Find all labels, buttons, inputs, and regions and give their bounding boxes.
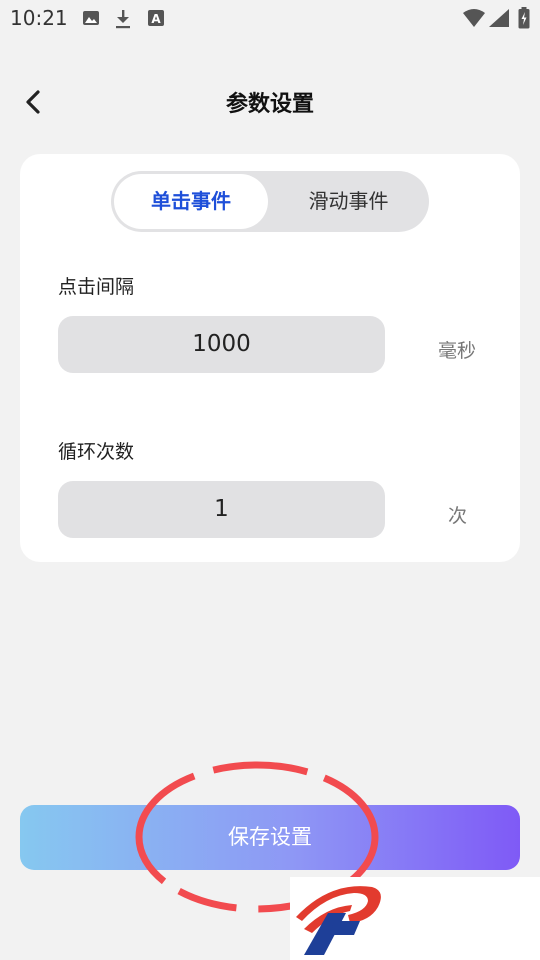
- loop-count-label: 循环次数: [58, 441, 135, 463]
- logo-icon: [296, 886, 381, 955]
- a-icon: A: [148, 10, 164, 26]
- wifi-icon: [463, 9, 485, 27]
- click-interval-input[interactable]: 1000: [58, 316, 385, 373]
- click-interval-label: 点击间隔: [58, 276, 135, 298]
- click-interval-unit: 毫秒: [438, 340, 477, 362]
- svg-text:A: A: [151, 12, 161, 26]
- download-icon: [116, 10, 130, 29]
- signal-icon: [489, 9, 509, 27]
- tab-swipe-event[interactable]: 滑动事件: [271, 174, 426, 229]
- loop-count-unit: 次: [448, 505, 468, 527]
- settings-card: 单击事件 滑动事件 点击间隔 1000 毫秒 循环次数 1 次: [20, 154, 520, 562]
- event-type-switch: 单击事件 滑动事件: [111, 171, 429, 232]
- save-settings-button[interactable]: 保存设置: [20, 805, 520, 870]
- page-title: 参数设置: [225, 92, 314, 117]
- status-bar: 10:21 A: [0, 0, 540, 38]
- status-time: 10:21: [10, 6, 68, 30]
- screen: 10:21 A 参数设置 单击事件 滑动事件 点击间隔 1000 毫秒 循环次数…: [0, 0, 540, 960]
- loop-count-input[interactable]: 1: [58, 481, 385, 538]
- watermark-logo: [290, 877, 540, 960]
- battery-charging-icon: [518, 7, 530, 29]
- gallery-icon: [83, 11, 99, 25]
- tab-click-event[interactable]: 单击事件: [114, 174, 268, 229]
